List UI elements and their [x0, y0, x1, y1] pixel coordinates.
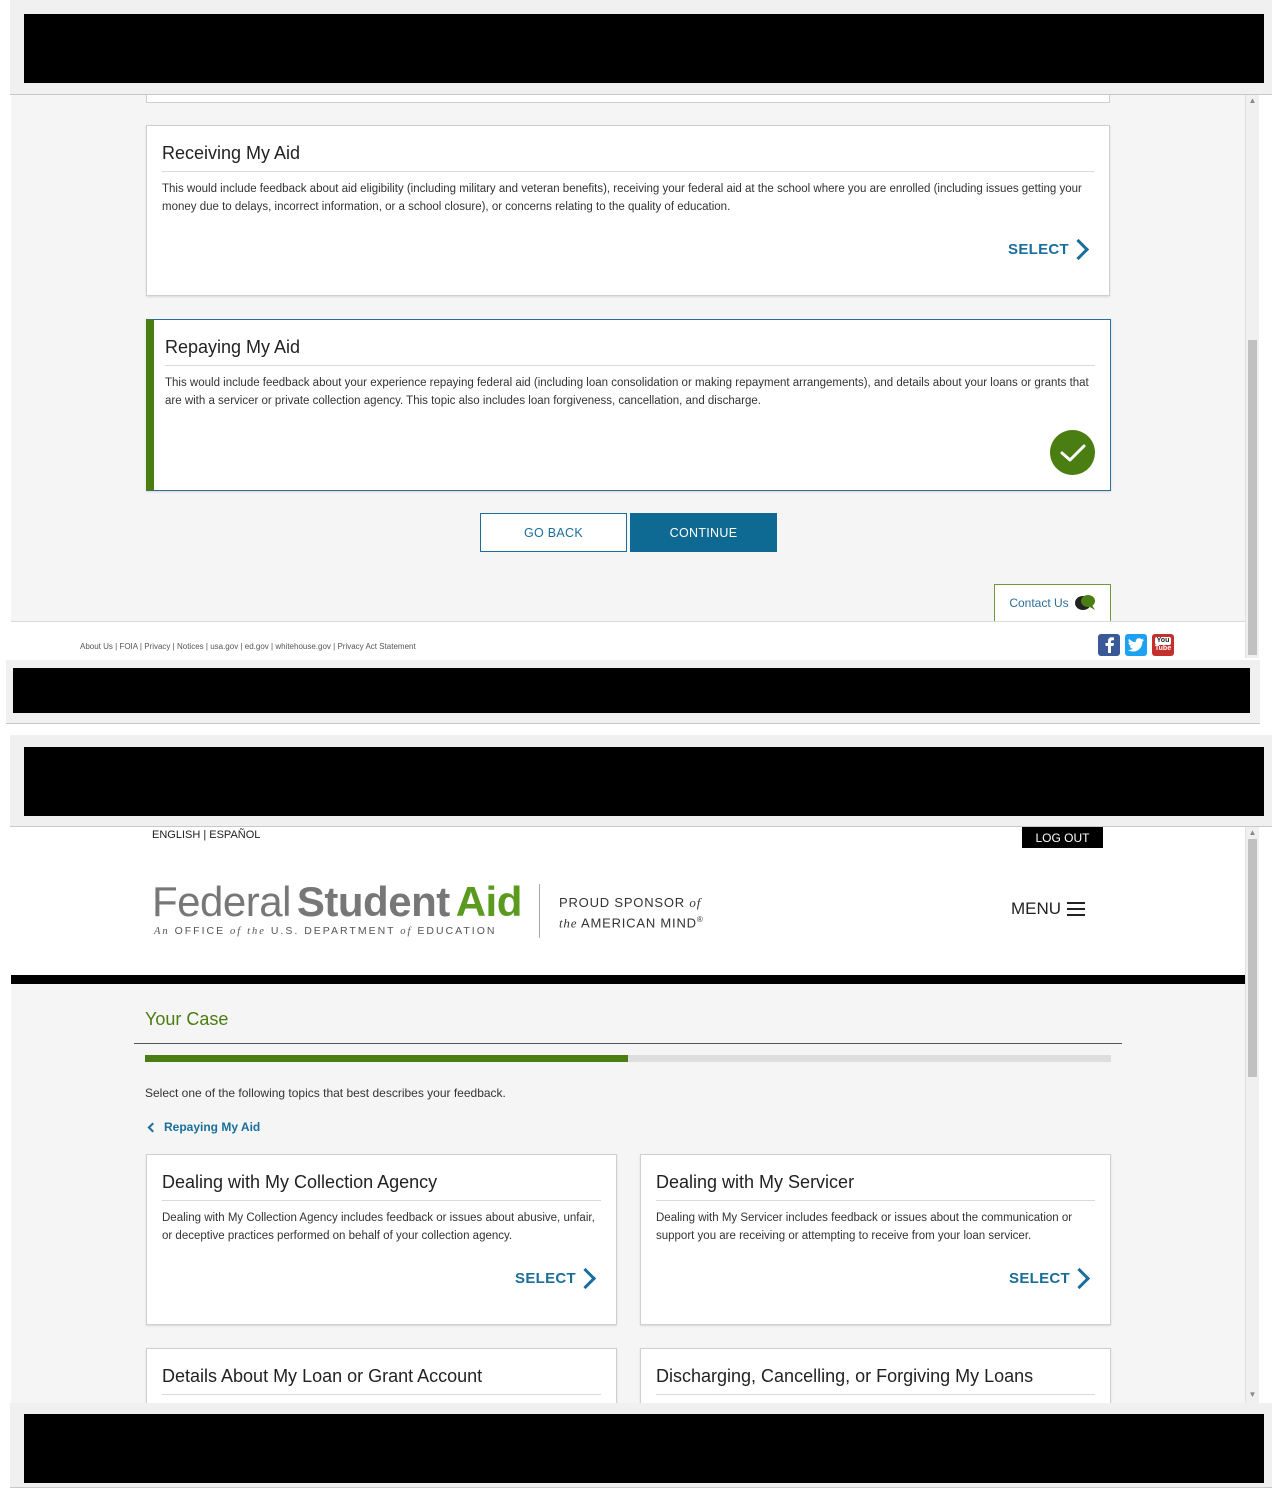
select-button[interactable]: SELECT [1008, 239, 1087, 259]
select-button[interactable]: SELECT [1009, 1268, 1088, 1288]
footer-link-about-us[interactable]: About Us [80, 642, 113, 651]
card-title: Details About My Loan or Grant Account [162, 1366, 601, 1395]
card-description: This would include feedback about aid el… [162, 183, 1082, 213]
footer-link-whitehouse-gov[interactable]: whitehouse.gov [275, 642, 331, 651]
footer-link-foia[interactable]: FOIA [119, 642, 137, 651]
hamburger-icon [1067, 902, 1086, 916]
redacted-browser-bar-2 [24, 747, 1264, 816]
progress-bar [145, 1055, 1111, 1062]
card-title: Repaying My Aid [165, 337, 1095, 366]
chat-bubble-icon [1074, 595, 1095, 610]
scroll-thumb[interactable] [1248, 839, 1257, 1077]
page-title: Your Case [145, 1009, 229, 1029]
page-viewport-2: ENGLISH | ESPAÑOL LOG OUT Federal Student… [11, 827, 1245, 1403]
logo-divider [539, 884, 540, 938]
federal-student-aid-logo[interactable]: Federal Student Aid [152, 881, 522, 923]
chevron-left-icon [147, 1122, 158, 1132]
select-label: SELECT [1009, 1269, 1070, 1287]
select-label: SELECT [1008, 240, 1069, 258]
redacted-taskbar-1 [13, 668, 1250, 713]
page-scrollbar-2[interactable]: ▲ ▼ [1245, 827, 1259, 1403]
scroll-up-arrow-icon[interactable]: ▲ [1246, 827, 1259, 839]
proud-sponsor-tagline: PROUD SPONSOR of the AMERICAN MIND® [559, 895, 704, 931]
page-scrollbar-1[interactable]: ▲ [1245, 95, 1259, 658]
footer-links: About Us | FOIA | Privacy | Notices | us… [80, 642, 416, 651]
footer-link-privacy-act[interactable]: Privacy Act Statement [337, 642, 415, 651]
menu-button[interactable]: MENU [1011, 899, 1086, 919]
card-title: Dealing with My Servicer [656, 1172, 1095, 1201]
twitter-icon[interactable] [1125, 634, 1147, 656]
card-discharging-loans[interactable]: Discharging, Cancelling, or Forgiving My… [640, 1348, 1111, 1403]
title-underline [134, 1043, 1122, 1044]
logo-tagline: An OFFICE of the U.S. DEPARTMENT of EDUC… [154, 925, 497, 937]
chevron-right-icon [1075, 239, 1087, 259]
facebook-icon[interactable] [1098, 634, 1120, 656]
youtube-icon[interactable]: You Tube [1152, 634, 1174, 656]
header-divider-bar [11, 975, 1245, 984]
scroll-up-arrow-icon[interactable]: ▲ [1246, 95, 1259, 107]
card-repaying-my-aid[interactable]: Repaying My Aid This would include feedb… [146, 319, 1111, 491]
card-description: Dealing with My Collection Agency includ… [162, 1212, 595, 1242]
footer: About Us | FOIA | Privacy | Notices | us… [11, 621, 1245, 658]
redacted-taskbar-2 [24, 1414, 1264, 1483]
scroll-thumb[interactable] [1248, 340, 1257, 655]
contact-us-label: Contact Us [1009, 596, 1069, 610]
page-viewport-1: Receiving My Aid This would include feed… [11, 95, 1245, 658]
site-header: ENGLISH | ESPAÑOL LOG OUT Federal Student… [11, 827, 1245, 977]
breadcrumb-label: Repaying My Aid [164, 1120, 261, 1134]
back-breadcrumb[interactable]: Repaying My Aid [147, 1120, 261, 1134]
select-button[interactable]: SELECT [515, 1268, 594, 1288]
card-loan-grant-details[interactable]: Details About My Loan or Grant Account [146, 1348, 617, 1403]
card-title: Receiving My Aid [162, 143, 1094, 172]
card-title: Dealing with My Collection Agency [162, 1172, 601, 1201]
footer-link-privacy[interactable]: Privacy [144, 642, 170, 651]
instruction-text: Select one of the following topics that … [145, 1086, 506, 1100]
continue-button[interactable]: CONTINUE [630, 513, 777, 552]
chevron-right-icon [1076, 1268, 1088, 1288]
contact-us-button[interactable]: Contact Us [994, 584, 1111, 622]
footer-link-usa-gov[interactable]: usa.gov [210, 642, 238, 651]
go-back-button[interactable]: GO BACK [480, 513, 627, 552]
card-servicer[interactable]: Dealing with My Servicer Dealing with My… [640, 1154, 1111, 1325]
card-collection-agency[interactable]: Dealing with My Collection Agency Dealin… [146, 1154, 617, 1325]
card-description: Dealing with My Servicer includes feedba… [656, 1212, 1073, 1242]
chevron-right-icon [582, 1268, 594, 1288]
card-description: This would include feedback about your e… [165, 377, 1089, 407]
footer-link-notices[interactable]: Notices [177, 642, 204, 651]
scroll-down-arrow-icon[interactable]: ▼ [1246, 1389, 1259, 1401]
menu-label: MENU [1011, 899, 1062, 918]
language-switcher[interactable]: ENGLISH | ESPAÑOL [152, 829, 260, 841]
previous-card-edge [146, 95, 1110, 103]
select-label: SELECT [515, 1269, 576, 1287]
checkmark-icon [1050, 430, 1095, 475]
card-receiving-my-aid[interactable]: Receiving My Aid This would include feed… [146, 125, 1110, 296]
redacted-browser-bar-1 [24, 14, 1264, 83]
footer-link-ed-gov[interactable]: ed.gov [245, 642, 269, 651]
progress-fill [145, 1055, 628, 1062]
log-out-button[interactable]: LOG OUT [1022, 827, 1103, 848]
card-title: Discharging, Cancelling, or Forgiving My… [656, 1366, 1095, 1395]
